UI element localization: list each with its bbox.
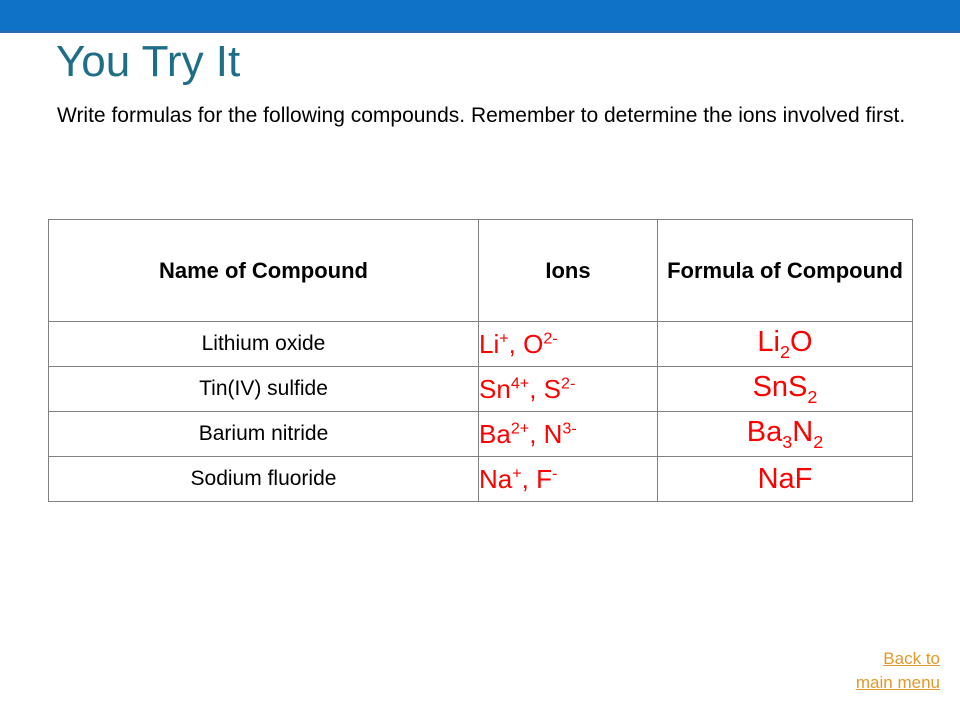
table-row: Barium nitride Ba2+, N3- Ba3N2 [48,411,913,457]
back-link-line-1: Back to [883,649,940,668]
cell-compound-name: Lithium oxide [48,321,479,367]
cell-ions: Li+, O2- [478,321,658,367]
cell-formula: Ba3N2 [657,411,913,457]
table-row: Lithium oxide Li+, O2- Li2O [48,321,913,367]
cell-ions: Sn4+, S2- [478,366,658,412]
table-header-row: Name of Compound Ions Formula of Compoun… [48,219,913,322]
cell-ions: Na+, F- [478,456,658,502]
table-body: Lithium oxide Li+, O2- Li2O Tin(IV) sulf… [48,321,913,502]
cell-ions: Ba2+, N3- [478,411,658,457]
page-title: You Try It [56,37,241,86]
back-to-main-menu-link[interactable]: Back to main menu [825,647,940,695]
column-header-name: Name of Compound [48,219,479,322]
column-header-formula: Formula of Compound [657,219,913,322]
cell-formula: Li2O [657,321,913,367]
slide-content: You Try It Write formulas for the follow… [0,35,960,720]
column-header-ions: Ions [478,219,658,322]
slide-instructions: Write formulas for the following compoun… [57,104,906,127]
cell-formula: NaF [657,456,913,502]
cell-compound-name: Barium nitride [48,411,479,457]
table-row: Tin(IV) sulfide Sn4+, S2- SnS2 [48,366,913,412]
table-row: Sodium fluoride Na+, F- NaF [48,456,913,502]
compounds-table: Name of Compound Ions Formula of Compoun… [48,219,913,502]
cell-formula: SnS2 [657,366,913,412]
cell-compound-name: Tin(IV) sulfide [48,366,479,412]
cell-compound-name: Sodium fluoride [48,456,479,502]
top-accent-band [0,0,960,33]
back-link-line-2: main menu [855,673,940,692]
